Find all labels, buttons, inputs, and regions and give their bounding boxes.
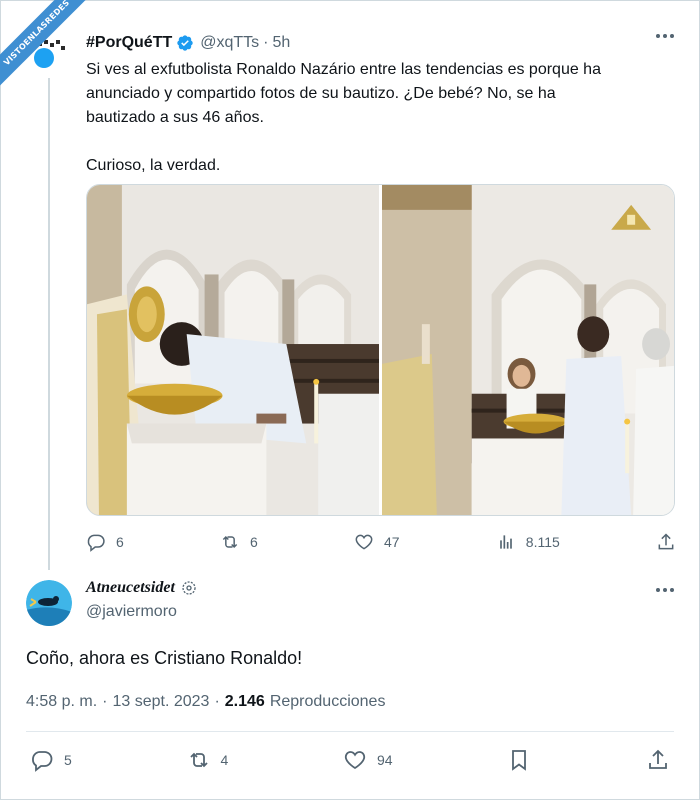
retweet-button[interactable]: 6 [220, 532, 258, 552]
tweet-meta: 4:58 p. m. · 13 sept. 2023 · 2.146 Repro… [26, 693, 385, 711]
bookmark-button[interactable] [507, 748, 531, 772]
display-name-text[interactable]: Atneucetsidet [86, 579, 175, 597]
thread-line [48, 78, 50, 570]
tweet-text-line: Curioso, la verdad. [86, 157, 221, 174]
bookmark-icon [512, 750, 527, 771]
retweet-count: 4 [220, 752, 229, 768]
reply-count: 5 [64, 752, 72, 768]
separator: · [263, 34, 269, 51]
like-button[interactable]: 94 [343, 748, 393, 772]
share-button[interactable] [656, 532, 676, 552]
separator: · [214, 693, 220, 710]
quoted-tweet-text: Si ves al exfutbolista Ronaldo Nazário e… [86, 58, 676, 178]
heart-icon [355, 534, 373, 550]
divider [26, 731, 674, 732]
tweet-media [86, 184, 675, 516]
reply-icon [87, 534, 105, 552]
reply-count: 6 [116, 534, 124, 550]
tweet-date[interactable]: 13 sept. 2023 [112, 693, 209, 711]
retweet-count: 6 [250, 534, 258, 550]
views-button[interactable]: 8.115 [496, 532, 560, 552]
timestamp[interactable]: 5h [272, 34, 290, 52]
verified-badge-icon [177, 35, 193, 51]
watermark-text: VISTOENLASREDES [0, 0, 98, 94]
handle[interactable]: @javiermoro [86, 603, 177, 621]
photo-baptism-1[interactable] [87, 185, 379, 515]
tweet-text-line: anunciado y compartido fotos de su bauti… [86, 85, 556, 102]
like-button[interactable]: 47 [354, 532, 400, 552]
separator: · [102, 693, 108, 710]
heart-icon [344, 751, 366, 770]
retweet-icon [189, 752, 208, 768]
reply-icon [32, 751, 53, 772]
tweet-text-line: bautizado a sus 46 años. [86, 109, 264, 126]
quoted-tweet-header: #PorQuéTT @xqTTs · 5h [86, 32, 290, 54]
more-options-icon[interactable] [656, 588, 674, 592]
quoted-tweet-actions: 6 6 47 8.115 [86, 530, 676, 554]
tweet-text-line: Si ves al exfutbolista Ronaldo Nazário e… [86, 61, 601, 78]
reply-button[interactable]: 6 [86, 532, 124, 552]
views-count: 2.146 [224, 693, 265, 710]
reply-button[interactable]: 5 [30, 748, 72, 772]
avatar[interactable] [26, 580, 72, 626]
share-icon [649, 749, 667, 769]
retweet-button[interactable]: 4 [187, 748, 229, 772]
views-count: 8.115 [525, 534, 560, 550]
share-button[interactable] [646, 748, 670, 772]
analytics-icon [499, 535, 512, 549]
views-label: Reproducciones [269, 693, 386, 710]
retweet-icon [222, 535, 238, 549]
like-count: 94 [377, 752, 393, 768]
settings-badge-icon [182, 581, 196, 595]
tweet-time[interactable]: 4:58 p. m. [26, 693, 97, 711]
handle[interactable]: @xqTTs [200, 34, 259, 52]
share-icon [658, 533, 674, 550]
display-name: Atneucetsidet [86, 579, 197, 597]
like-count: 47 [384, 534, 400, 550]
more-options-icon[interactable] [656, 34, 674, 38]
photo-baptism-2[interactable] [382, 185, 674, 515]
tweet-text: Coño, ahora es Cristiano Ronaldo! [26, 648, 303, 668]
watermark: VISTOENLASREDES .com [0, 0, 110, 110]
tweet-actions: 5 4 94 [30, 748, 670, 772]
